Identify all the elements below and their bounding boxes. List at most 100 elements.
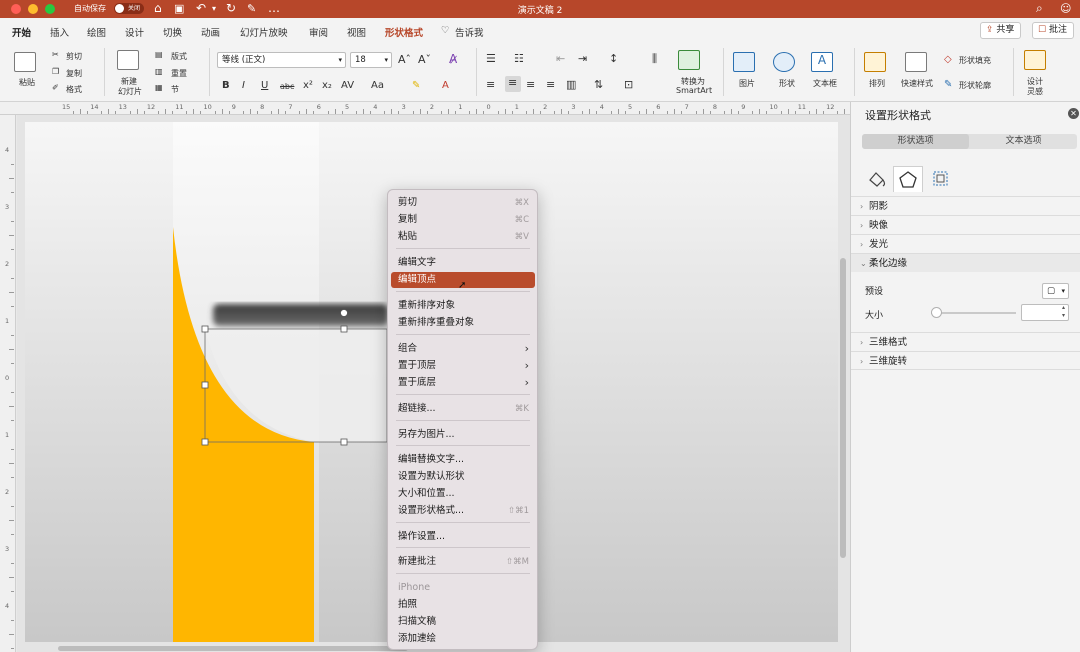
shape-icon[interactable] [773,52,795,72]
section-glow[interactable]: › 发光 [851,234,1080,253]
menu-item-group[interactable]: 组合 › [391,341,535,357]
underline-button[interactable]: U [261,80,268,91]
shape-button[interactable]: 形状 [779,78,795,89]
justify-icon[interactable]: ≡ [546,78,555,91]
menu-item-copy[interactable]: 复制 ⌘C [391,212,535,228]
account-icon[interactable]: ☺ [1060,1,1071,16]
tab-slideshow[interactable]: 幻灯片放映 [240,25,288,39]
line-spacing-icon[interactable]: ↕ [609,52,618,65]
menu-item-size-position[interactable]: 大小和位置... [391,486,535,502]
section-3d-rotation[interactable]: › 三维旋转 [851,351,1080,370]
font-name-combo[interactable]: 等线 (正文) ▾ [217,52,346,68]
paint-bucket-icon[interactable]: ◇ [944,54,952,65]
quick-styles-button[interactable]: 快速样式 [901,78,933,89]
designer-label-2[interactable]: 灵感 [1027,86,1043,97]
section-reflection[interactable]: › 映像 [851,215,1080,234]
layout-icon[interactable]: ▤ [155,50,163,59]
menu-item-send-to-back[interactable]: 置于底层 › [391,375,535,391]
section-soft-edges[interactable]: ⌄ 柔化边缘 [851,253,1080,272]
tab-design[interactable]: 设计 [125,25,144,39]
char-spacing-button[interactable]: AV [341,80,354,91]
pen-icon[interactable]: ✎ [944,79,952,90]
increase-indent-icon[interactable]: ⇥ [578,52,587,65]
layout-button[interactable]: 版式 [171,51,187,62]
text-direction-icon[interactable]: ⇅ [594,78,603,91]
distributed-icon[interactable]: ▥ [566,78,576,91]
section-icon[interactable]: ▦ [155,83,163,92]
highlight-icon[interactable]: ✎ [412,80,420,91]
font-size-combo[interactable]: 18 ▾ [350,52,392,68]
align-center-icon[interactable]: ≡ [505,76,521,92]
tab-review[interactable]: 审阅 [309,25,328,39]
menu-item-paste[interactable]: 粘贴 ⌘V [391,229,535,245]
close-icon[interactable]: ✕ [1068,108,1079,119]
bold-button[interactable]: B [222,80,230,91]
new-slide-icon[interactable] [117,50,139,70]
menu-item-action-settings[interactable]: 操作设置... [391,529,535,545]
quick-styles-icon[interactable] [905,52,927,72]
tab-transitions[interactable]: 切换 [163,25,182,39]
menu-item-format-shape[interactable]: 设置形状格式... ⇧⌘1 [391,503,535,519]
font-shrink-icon[interactable]: Aˇ [418,53,431,66]
tab-shape-format[interactable]: 形状格式 [385,25,423,39]
subscript-button[interactable]: x₂ [322,80,332,91]
arrange-button[interactable]: 排列 [869,78,885,89]
italic-button[interactable]: I [242,80,245,91]
menu-item-scan-document[interactable]: 扫描文稿 [391,614,535,630]
numbering-icon[interactable]: ☷ [514,52,524,65]
align-right-icon[interactable]: ≡ [526,78,535,91]
menu-item-hyperlink[interactable]: 超链接... ⌘K [391,401,535,417]
stepper-arrows-icon[interactable]: ▴ ▾ [1062,304,1065,320]
vertical-scrollbar[interactable] [840,258,846,558]
arrange-icon[interactable] [864,52,886,72]
shape-options-tab[interactable]: 形状选项 [862,134,969,149]
copy-button[interactable]: 复制 [66,68,82,79]
smartart-label-2[interactable]: SmartArt [676,86,712,95]
menu-item-reorder-objects[interactable]: 重新排序对象 [391,298,535,314]
new-slide-label-2[interactable]: 幻灯片 [118,86,142,97]
shape-outline-button[interactable]: 形状轮廓 [959,80,991,91]
cut-icon[interactable]: ✂ [52,50,59,59]
rotate-handle-icon[interactable] [340,309,348,317]
font-color-icon[interactable]: A [442,80,449,91]
section-shadow[interactable]: › 阴影 [851,196,1080,215]
menu-item-take-photo[interactable]: 拍照 [391,597,535,613]
size-properties-tab[interactable] [926,166,956,192]
paste-label[interactable]: 粘贴 [19,77,35,88]
paste-icon[interactable] [14,52,36,72]
comment-button[interactable]: ☐ 批注 [1032,22,1074,39]
menu-item-reorder-overlapping[interactable]: 重新排序重叠对象 [391,315,535,331]
menu-item-edit-alt-text[interactable]: 编辑替换文字... [391,452,535,468]
preset-dropdown[interactable]: ▢ ▾ [1042,283,1069,299]
tab-home[interactable]: 开始 [12,25,32,45]
tab-insert[interactable]: 插入 [50,25,69,39]
tab-draw[interactable]: 绘图 [87,25,106,39]
designer-icon[interactable] [1024,50,1046,70]
shadow-shape[interactable] [213,304,388,326]
search-icon[interactable]: ⌕ [1036,1,1043,16]
section-button[interactable]: 节 [171,84,179,95]
size-stepper[interactable]: ▴ ▾ [1021,304,1069,321]
size-slider-track[interactable] [931,312,1016,314]
shape-fill-button[interactable]: 形状填充 [959,55,991,66]
picture-icon[interactable] [733,52,755,72]
effects-tab[interactable] [893,166,923,192]
superscript-button[interactable]: x² [303,80,313,91]
tab-tell-me[interactable]: 告诉我 [455,25,484,39]
horizontal-scrollbar[interactable] [58,646,408,651]
cut-button[interactable]: 剪切 [66,51,82,62]
size-slider-thumb[interactable] [931,307,942,318]
font-grow-icon[interactable]: Aˆ [398,53,411,66]
align-text-icon[interactable]: ⊡ [624,78,633,91]
fill-line-tab[interactable] [862,166,892,192]
tab-view[interactable]: 视图 [347,25,366,39]
menu-item-set-default-shape[interactable]: 设置为默认形状 [391,469,535,485]
bullets-icon[interactable]: ☰ [486,52,496,65]
copy-icon[interactable]: ❐ [52,67,59,76]
columns-icon[interactable]: ⫼ [652,52,657,66]
picture-button[interactable]: 图片 [739,78,755,89]
menu-item-cut[interactable]: 剪切 ⌘X [391,195,535,211]
format-painter-icon[interactable]: ✐ [52,83,59,92]
menu-item-save-as-picture[interactable]: 另存为图片... [391,427,535,443]
menu-item-edit-text[interactable]: 编辑文字 [391,255,535,271]
